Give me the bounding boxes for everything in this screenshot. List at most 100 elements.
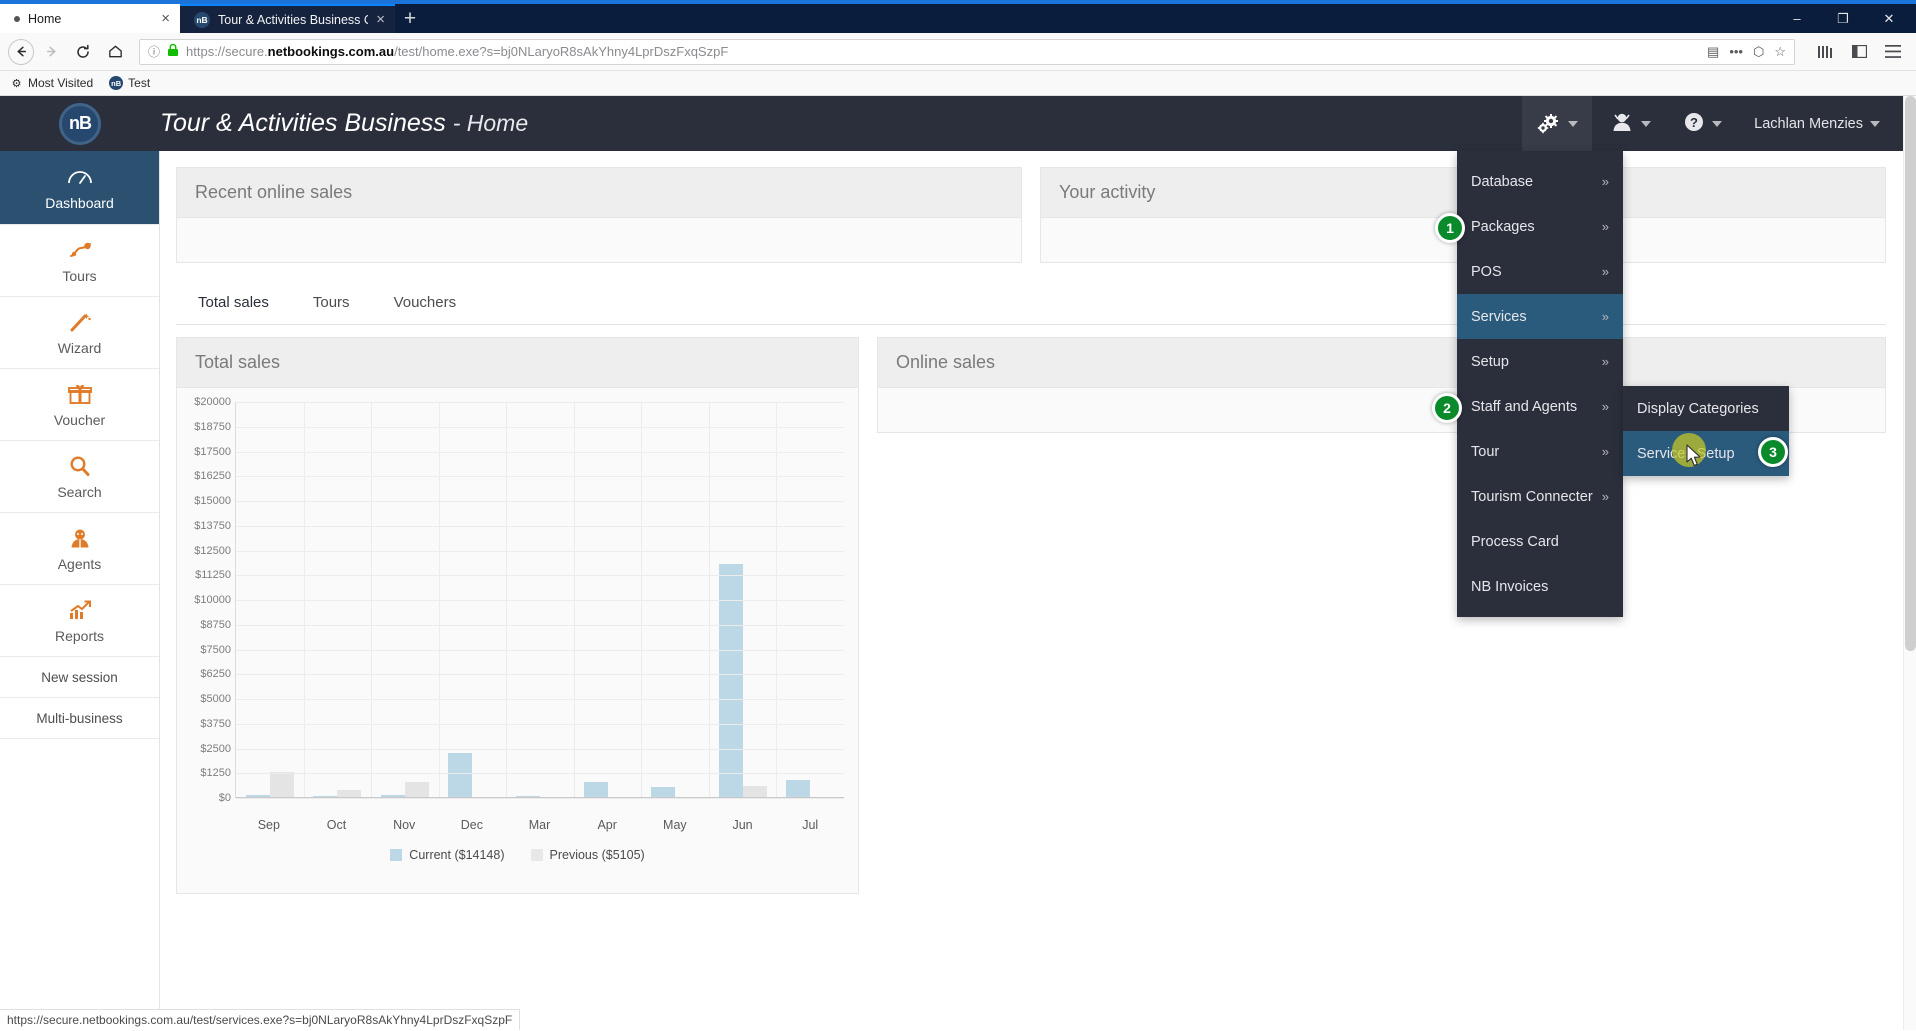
step-badge-3: 3 — [1758, 437, 1788, 467]
legend-swatch-icon — [390, 849, 403, 861]
app-logo[interactable]: nB — [0, 102, 160, 145]
menu-item-services[interactable]: Services » — [1457, 294, 1623, 339]
step-badge-2: 2 — [1432, 393, 1462, 423]
chart-title: Total sales — [177, 338, 858, 388]
main-content: Recent online sales Your activity Total … — [160, 151, 1916, 1030]
scrollbar-thumb[interactable] — [1905, 96, 1916, 651]
bookmark-most-visited[interactable]: ⚙ Most Visited — [10, 76, 94, 90]
x-tick-label: Oct — [326, 818, 347, 832]
browser-window: Home × nB Tour & Activities Business Onl… — [0, 0, 1916, 1031]
y-tick-label: $16250 — [194, 470, 231, 483]
menu-item-setup[interactable]: Setup » — [1457, 339, 1623, 384]
tab-tours[interactable]: Tours — [291, 283, 372, 324]
bookmark-star-icon[interactable]: ☆ — [1774, 44, 1786, 60]
menu-item-label: Process Card — [1471, 533, 1559, 550]
tab-vouchers[interactable]: Vouchers — [372, 283, 479, 324]
settings-menu-button[interactable] — [1522, 96, 1593, 151]
legend-item[interactable]: Current ($14148) — [390, 848, 505, 862]
account-menu-button[interactable]: Lachlan Menzies — [1740, 96, 1894, 151]
x-tick-label: Dec — [460, 818, 483, 832]
menu-item-label: Staff and Agents — [1471, 398, 1578, 415]
library-icon[interactable] — [1810, 37, 1840, 67]
grid-line — [506, 402, 508, 797]
chart-bar — [583, 782, 608, 797]
content-tabs: Total sales Tours Vouchers — [176, 283, 1886, 325]
browser-tab-netbookings[interactable]: nB Tour & Activities Business Onli × — [180, 4, 395, 33]
sidebar-item-agents[interactable]: Agents — [0, 513, 159, 585]
grid-line — [236, 723, 844, 725]
menu-item-packages[interactable]: Packages » — [1457, 204, 1623, 249]
mouse-cursor — [1686, 444, 1703, 473]
menu-item-label: Tour — [1471, 443, 1500, 460]
close-icon[interactable]: × — [376, 12, 385, 27]
reader-view-icon[interactable]: ▤ — [1707, 44, 1719, 60]
wand-icon — [68, 309, 92, 335]
legend-item[interactable]: Previous ($5105) — [530, 848, 645, 862]
sidebar-item-reports[interactable]: Reports — [0, 585, 159, 657]
menu-item-database[interactable]: Database » — [1457, 159, 1623, 204]
menu-item-tour[interactable]: Tour » — [1457, 429, 1623, 474]
menu-item-staff-and-agents[interactable]: Staff and Agents » — [1457, 384, 1623, 429]
page-info-icon[interactable]: ⓘ — [148, 43, 160, 60]
sidebar-item-dashboard[interactable]: Dashboard — [0, 151, 159, 225]
y-tick-label: $3750 — [200, 717, 231, 730]
x-tick-label: Mar — [528, 818, 551, 832]
x-axis-labels: Sep Oct Nov Dec Mar Apr May Jun Jul — [235, 818, 844, 832]
y-tick-label: $5000 — [200, 693, 231, 705]
page-viewport: nB Tour & Activities Business - Home ? L… — [0, 96, 1916, 1030]
sidebar-item-search[interactable]: Search — [0, 441, 159, 513]
home-icon[interactable] — [100, 37, 130, 67]
y-tick-label: $8750 — [200, 618, 231, 631]
bookmarks-bar: ⚙ Most Visited nB Test — [0, 71, 1916, 96]
sidebar-item-tours[interactable]: Tours — [0, 225, 159, 297]
menu-item-pos[interactable]: POS » — [1457, 249, 1623, 294]
menu-item-nb-invoices[interactable]: NB Invoices — [1457, 564, 1623, 609]
app-body: Dashboard Tours Wizard Voucher Search Ag… — [0, 151, 1916, 1030]
sidebar-item-wizard[interactable]: Wizard — [0, 297, 159, 369]
settings-dropdown-menu: Database» Packages» POS» Services» Setup» Sta… — [1457, 151, 1623, 617]
chart-icon — [67, 597, 93, 623]
sidebar-item-multi-business[interactable]: Multi-business — [0, 698, 159, 739]
browser-tab-home[interactable]: Home × — [0, 4, 180, 33]
reload-icon[interactable] — [68, 37, 98, 67]
grid-line — [438, 402, 440, 797]
browser-tabstrip: Home × nB Tour & Activities Business Onl… — [0, 0, 1916, 33]
overflow-icon[interactable]: ••• — [1729, 44, 1743, 59]
help-menu-button[interactable]: ? — [1669, 96, 1736, 151]
sidebar-item-label: Voucher — [53, 412, 106, 428]
menu-item-label: Setup — [1471, 353, 1509, 370]
chart-bar — [651, 786, 676, 797]
chart-bar — [742, 785, 767, 797]
page-scrollbar[interactable] — [1903, 96, 1916, 1030]
grid-line — [236, 773, 844, 775]
new-tab-button[interactable]: + — [395, 4, 425, 33]
sidebar-toggle-icon[interactable] — [1844, 37, 1874, 67]
sidebar-item-voucher[interactable]: Voucher — [0, 369, 159, 441]
submenu-arrow-icon: » — [1601, 489, 1609, 504]
back-icon[interactable] — [8, 38, 34, 65]
sidebar-item-new-session[interactable]: New session — [0, 657, 159, 698]
chart-bar — [448, 753, 473, 797]
menu-item-process-card[interactable]: Process Card — [1457, 519, 1623, 564]
user-menu-button[interactable] — [1596, 96, 1665, 151]
pocket-icon[interactable]: ⬡ — [1753, 44, 1764, 60]
close-window-icon[interactable]: ✕ — [1866, 4, 1912, 33]
navbar-right-actions — [1804, 37, 1908, 67]
maximize-icon[interactable]: ❐ — [1820, 4, 1866, 33]
hamburger-menu-icon[interactable] — [1878, 37, 1908, 67]
url-bar[interactable]: ⓘ https://secure.netbookings.com.au/test… — [139, 38, 1795, 65]
menu-item-tourism-connecter[interactable]: Tourism Connecter » — [1457, 474, 1623, 519]
y-tick-label: $2500 — [200, 742, 231, 755]
y-tick-label: $6250 — [200, 668, 231, 681]
browser-status-bar: https://secure.netbookings.com.au/test/s… — [0, 1009, 520, 1030]
x-tick-label: Jun — [732, 818, 753, 832]
close-icon[interactable]: × — [161, 11, 170, 26]
minimize-icon[interactable]: – — [1774, 4, 1820, 33]
grid-line — [236, 699, 844, 700]
chart-bar — [404, 781, 429, 797]
submenu-item-display-categories[interactable]: Display Categories — [1623, 386, 1789, 431]
panel-title: Online sales — [878, 338, 1885, 388]
bookmark-test[interactable]: nB Test — [109, 76, 150, 90]
sidebar-item-label: Search — [57, 484, 102, 500]
tab-total-sales[interactable]: Total sales — [176, 283, 291, 324]
